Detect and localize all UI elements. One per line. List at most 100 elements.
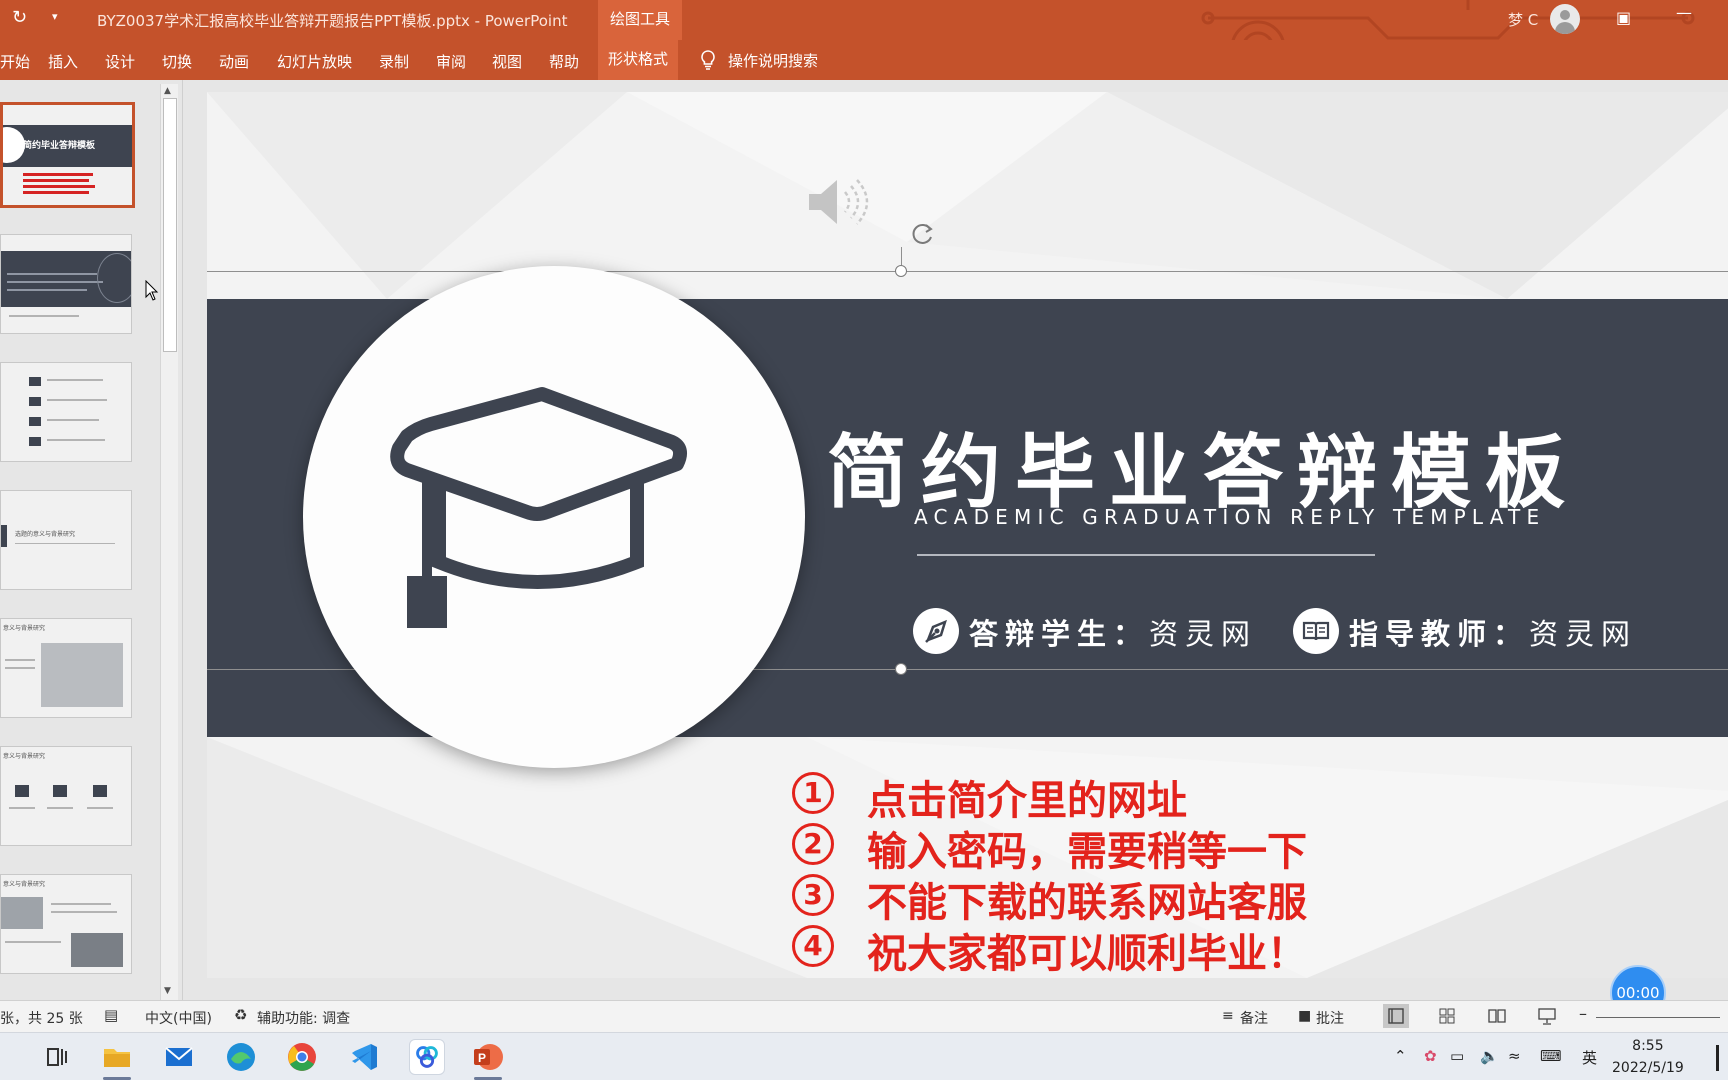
tab-insert[interactable]: 插入 [48,51,78,72]
step-number: 4 [792,925,834,967]
rotate-handle-icon[interactable] [907,219,937,249]
zoom-out-icon[interactable]: – [1579,1004,1587,1023]
reading-view-button[interactable] [1484,1004,1510,1028]
notes-icon: ≡ [1222,1008,1234,1024]
scrollbar-thumb[interactable] [163,98,177,352]
tell-me-label: 操作说明搜索 [728,52,819,70]
document-title: BYZ0037学术汇报高校毕业答辩开题报告PPT模板.pptx - PowerP… [97,12,568,30]
task-view-icon[interactable] [38,1039,74,1075]
thumb7-title: 意义与背景研究 [3,881,46,888]
file-explorer-icon[interactable] [99,1039,135,1075]
app-icon[interactable] [409,1039,445,1075]
wifi-icon[interactable]: ≈ [1508,1047,1521,1065]
tab-design[interactable]: 设计 [105,51,135,72]
user-name[interactable]: 梦 C [1508,9,1538,30]
slide-sorter-view-button[interactable] [1434,1004,1460,1028]
app-tray-flower-icon[interactable]: ✿ [1424,1047,1437,1065]
tab-view[interactable]: 视图 [492,51,522,72]
chrome-icon[interactable] [284,1039,320,1075]
student-name: 资灵网 [1149,617,1258,651]
ribbon-display-options-icon[interactable]: ▣ [1616,8,1631,27]
graduation-cap-icon [390,387,688,628]
powerpoint-icon[interactable]: P [470,1039,506,1075]
status-bar: 张，共 25 张 ▤ 中文(中国) ♻ 辅助功能: 调查 ≡ 备注 ■ 批注 – [0,1000,1728,1032]
slideshow-view-button[interactable] [1534,1004,1560,1028]
slide-thumbnail-pane: 简约毕业答辩模板 选题的意义与背景研究 意义与背景研究 意义与背景研究 意义与背… [0,80,183,1000]
slide-thumbnail-6[interactable]: 意义与背景研究 [0,746,132,846]
show-hidden-icons-icon[interactable]: ⌃ [1394,1047,1407,1065]
ime-indicator[interactable]: 英 [1582,1047,1597,1068]
tab-review[interactable]: 审阅 [436,51,466,72]
tab-transitions[interactable]: 切换 [162,51,192,72]
comments-icon: ■ [1298,1008,1312,1024]
volume-icon[interactable]: 🔈 [1480,1047,1499,1065]
resize-handle-bm[interactable] [895,663,907,675]
step-item: 2 输入密码，需要稍等一下 [792,819,1412,875]
teacher-book-icon [1293,608,1339,654]
step-number: 2 [792,823,834,865]
thumb6-title: 意义与背景研究 [3,753,46,760]
tab-slideshow[interactable]: 幻灯片放映 [277,51,352,72]
step-text: 祝大家都可以顺利毕业！ [867,931,1307,977]
language-status[interactable]: 中文(中国) [145,1008,212,1028]
notes-button[interactable]: 备注 [1240,1008,1268,1028]
normal-view-button[interactable] [1383,1004,1409,1028]
vscode-icon[interactable] [346,1039,382,1075]
thumb4-title: 选题的意义与背景研究 [15,531,76,538]
tab-record[interactable]: 录制 [379,51,409,72]
accessibility-status[interactable]: 辅助功能: 调查 [257,1008,350,1028]
selection-frame-top [207,271,1728,272]
tell-me-search[interactable]: 操作说明搜索 [700,50,818,71]
scroll-up-icon[interactable]: ▲ [164,86,171,96]
clock[interactable]: 8:55 2022/5/19 [1612,1035,1684,1079]
student-pen-icon [913,608,959,654]
keyboard-icon[interactable]: ⌨ [1540,1047,1562,1065]
customize-qat-icon[interactable]: ▾ [52,10,58,23]
comments-button[interactable]: 批注 [1316,1008,1344,1028]
tab-shape-format[interactable]: 形状格式 [598,40,679,80]
thumb5-title: 意义与背景研究 [3,625,46,632]
thumb1-title: 简约毕业答辩模板 [23,141,96,151]
minimize-button[interactable]: — [1676,3,1692,22]
avatar[interactable] [1550,4,1580,34]
slide-thumbnail-2[interactable] [0,234,132,334]
accessibility-icon: ♻ [234,1006,248,1024]
step-number: 1 [792,772,834,814]
slide-canvas[interactable]: 简约毕业答辩模板 ACADEMIC GRADUATION REPLY TEMPL… [207,92,1728,978]
step-text: 输入密码，需要稍等一下 [867,829,1307,875]
windows-taskbar: P ⌃ ✿ ▭ 🔈 ≈ ⌨ 英 8:55 2022/5/19 [0,1032,1728,1080]
resize-handle-tm[interactable] [895,265,907,277]
slide-thumbnail-3[interactable] [0,362,132,462]
student-info[interactable]: 答辩学生：资灵网 [969,611,1257,653]
mail-icon[interactable] [161,1039,197,1075]
teacher-info[interactable]: 指导教师：资灵网 [1349,611,1637,653]
edge-icon[interactable] [223,1039,259,1075]
step-text: 不能下载的联系网站客服 [867,880,1307,926]
ribbon-tabs: 开始 插入 设计 切换 动画 幻灯片放映 录制 审阅 视图 帮助 形状格式 操作… [0,40,1728,80]
tab-help[interactable]: 帮助 [549,51,579,72]
tab-animations[interactable]: 动画 [219,51,249,72]
title-divider [917,554,1375,556]
slide-thumbnail-1[interactable]: 简约毕业答辩模板 [0,102,135,208]
mouse-cursor-icon [145,280,159,301]
slide-thumbnail-5[interactable]: 意义与背景研究 [0,618,132,718]
scroll-down-icon[interactable]: ▼ [164,986,171,996]
battery-icon[interactable]: ▭ [1450,1047,1464,1065]
teacher-label: 指导教师： [1349,617,1530,651]
show-desktop-button[interactable] [1716,1045,1719,1071]
step-item: 3 不能下载的联系网站客服 [792,870,1412,926]
zoom-slider[interactable] [1596,1017,1720,1018]
step-item: 1 点击简介里的网址 [792,768,1412,824]
instruction-steps[interactable]: 1 点击简介里的网址 2 输入密码，需要稍等一下 3 不能下载的联系网站客服 4 祝大家… [792,768,1412,977]
slide-thumbnail-4[interactable]: 选题的意义与背景研究 [0,490,132,590]
slide-thumbnail-7[interactable]: 意义与背景研究 [0,874,132,974]
step-text: 点击简介里的网址 [867,778,1187,824]
autosave-icon[interactable]: ↻ [12,7,27,28]
spell-check-icon[interactable]: ▤ [104,1006,118,1024]
slide-subtitle[interactable]: ACADEMIC GRADUATION REPLY TEMPLATE [914,505,1545,529]
tab-home[interactable]: 开始 [0,51,30,72]
clock-date: 2022/5/19 [1612,1060,1684,1076]
teacher-name: 资灵网 [1529,617,1638,651]
speaker-icon[interactable] [805,174,869,230]
thumbnail-scrollbar[interactable]: ▲ ▼ [160,84,178,1000]
